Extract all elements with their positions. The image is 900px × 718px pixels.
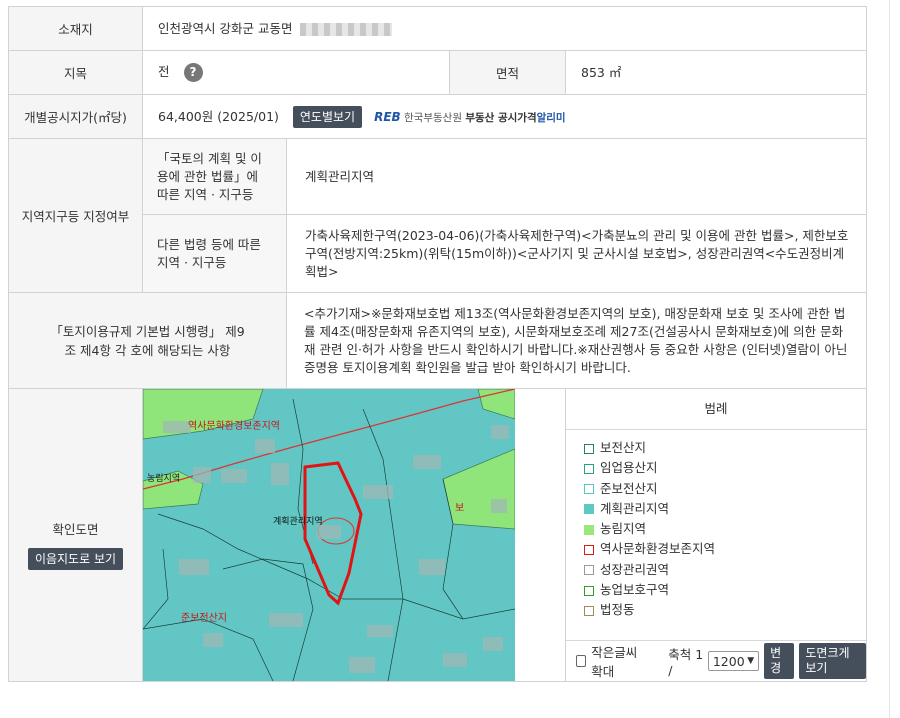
legend-title: 범례 xyxy=(566,389,867,430)
land-category-value: 전? xyxy=(142,50,450,95)
help-icon[interactable]: ? xyxy=(183,63,203,82)
zoning-law-value: 계획관리지역 xyxy=(285,138,868,215)
map-label-farm: 농림지역 xyxy=(147,472,180,484)
map-label-preserve-mountain: 준보전산지 xyxy=(181,612,227,624)
land-category-label: 지목 xyxy=(8,50,143,95)
legend-item-label: 역사문화환경보존지역 xyxy=(600,541,716,557)
chevron-down-icon: ▼ xyxy=(747,656,755,666)
legend-item-label: 계획관리지역 xyxy=(600,500,670,516)
map-label-heritage: 역사문화환경보존지역 xyxy=(188,419,280,432)
legend-item-label: 성장관리권역 xyxy=(600,561,670,577)
regulation-value: <추가기재>※문화재보호법 제13조(역사문화환경보존지역의 보호), 매장문화… xyxy=(285,292,868,389)
map-label-farm-right: 보 xyxy=(455,502,464,514)
blurred-address xyxy=(300,22,393,36)
enlarge-map-button[interactable]: 도면크게보기 xyxy=(799,643,867,679)
legend-item-label: 보전산지 xyxy=(600,440,647,455)
location-value: 인천광역시 강화군 교동면 xyxy=(141,6,868,51)
area-label: 면적 xyxy=(449,50,566,95)
scale-label: 축척 1 / xyxy=(668,647,704,678)
zoning-other-label: 다른 법령 등에 따른 지역 · 지구등 xyxy=(142,214,287,293)
scale-select[interactable]: 1200 ▼ xyxy=(707,651,760,671)
legend-swatch-icon xyxy=(584,565,594,576)
legend-controls: 작은글씨확대 축척 1 / 1200 ▼ 변경 도면크게보기 xyxy=(566,640,867,681)
small-text-label: 작은글씨확대 xyxy=(591,645,638,679)
legend-swatch-icon xyxy=(584,504,594,515)
official-price-label: 개별공시지가(㎡당) xyxy=(8,94,143,139)
land-info-table: 소재지 인천광역시 강화군 교동면 지목 전? 면적 853 ㎡ 개별공시지가(… xyxy=(8,6,868,682)
official-price-value: 64,400원 (2025/01) 연도별보기 REB 한국부동산원 부동산 공… xyxy=(141,94,868,139)
legend-item-label: 준보전산지 xyxy=(600,480,658,496)
legend-swatch-icon xyxy=(584,585,594,596)
map-section-label-cell: 확인도면 이음지도로 보기 xyxy=(8,388,143,682)
zoning-other-value: 가축사육제한구역(2023-04-06)(가축사육제한구역)<가축분뇨의 관리 … xyxy=(285,214,868,293)
regulation-label: 「토지이용규제 기본법 시행령」 제9조 제4항 각 호에 해당되는 사항 xyxy=(8,292,287,389)
scale-change-button[interactable]: 변경 xyxy=(764,643,795,679)
legend-item-label: 농림지역 xyxy=(600,521,647,537)
map-canvas: 역사문화환경보존지역 농림지역 계획관리지역 준보전산지 보 xyxy=(143,389,515,681)
zoning-law-label: 「국토의 계획 및 이용에 관한 법률」에 따른 지역 · 지구등 xyxy=(142,138,287,215)
legend-swatch-icon xyxy=(584,443,594,454)
legend-item-label: 농업보호구역 xyxy=(600,582,670,598)
legend-panel: 범례 보전산지임업용산지준보전산지계획관리지역농림지역역사문화환경보존지역성장관… xyxy=(566,389,867,681)
reb-logo: REB xyxy=(374,109,401,124)
legend-swatch-icon xyxy=(584,524,594,535)
area-value: 853 ㎡ xyxy=(564,50,868,95)
legend-swatch-icon xyxy=(584,544,594,555)
legend-item: 성장관리권역 xyxy=(584,560,866,580)
location-label: 소재지 xyxy=(8,6,143,51)
reb-alimi-link[interactable]: REB 한국부동산원 부동산 공시가격알리미 xyxy=(374,108,566,127)
small-text-checkbox[interactable] xyxy=(576,655,587,667)
legend-item: 임업용산지 xyxy=(584,458,866,478)
page-scrollbar-track[interactable] xyxy=(889,0,890,718)
legend-swatch-icon xyxy=(584,463,594,474)
legend-cell: 범례 보전산지임업용산지준보전산지계획관리지역농림지역역사문화환경보존지역성장관… xyxy=(564,388,868,682)
map-cell: 역사문화환경보존지역 농림지역 계획관리지역 준보전산지 보 xyxy=(142,388,566,682)
legend-item: 농림지역 xyxy=(584,519,866,539)
zoning-label: 지역지구등 지정여부 xyxy=(8,138,143,293)
legend-swatch-icon xyxy=(584,605,594,616)
legend-item-label: 임업용산지 xyxy=(600,460,658,476)
legend-swatch-icon xyxy=(584,484,594,495)
land-use-map[interactable]: 역사문화환경보존지역 농림지역 계획관리지역 준보전산지 보 xyxy=(143,389,515,681)
map-section-label: 확인도면 xyxy=(52,521,99,537)
legend-item: 법정동 xyxy=(584,600,866,620)
yearly-view-button[interactable]: 연도별보기 xyxy=(292,105,363,128)
map-label-plan: 계획관리지역 xyxy=(273,515,323,527)
legend-item: 계획관리지역 xyxy=(584,499,866,519)
legend-item: 준보전산지 xyxy=(584,479,866,499)
legend-item: 역사문화환경보존지역 xyxy=(584,539,866,559)
legend-item: 보전산지 xyxy=(584,438,866,458)
legend-list: 보전산지임업용산지준보전산지계획관리지역농림지역역사문화환경보존지역성장관리권역… xyxy=(566,430,866,621)
eum-map-view-button[interactable]: 이음지도로 보기 xyxy=(27,547,124,570)
legend-item-label: 법정동 xyxy=(600,602,635,618)
legend-item: 농업보호구역 xyxy=(584,580,866,600)
